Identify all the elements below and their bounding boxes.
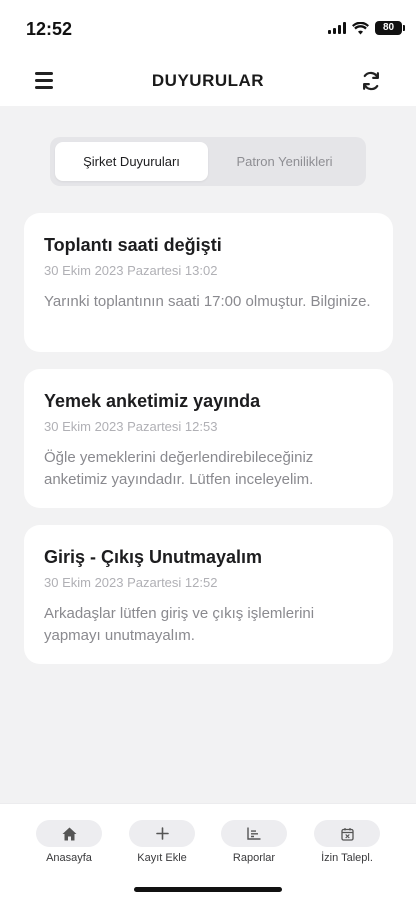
announcement-card[interactable]: Yemek anketimiz yayında 30 Ekim 2023 Paz…: [24, 369, 393, 508]
tab-add-record[interactable]: Kayıt Ekle: [129, 820, 195, 864]
announcement-title: Toplantı saati değişti: [44, 235, 222, 255]
tab-add-record-label: Kayıt Ekle: [137, 852, 187, 864]
wifi-icon: [352, 21, 369, 34]
tab-home-label: Anasayfa: [46, 852, 92, 864]
home-indicator: [134, 887, 282, 892]
tab-company-announcements[interactable]: Şirket Duyuruları: [55, 142, 208, 181]
announcement-segment-control: Şirket Duyuruları Patron Yenilikleri: [50, 137, 366, 186]
announcement-body: Arkadaşlar lütfen giriş ve çıkış işlemle…: [44, 605, 315, 644]
status-time: 12:52: [26, 19, 73, 39]
announcement-body: Öğle yemeklerini değerlendirebileceğiniz…: [44, 449, 314, 488]
status-icons: 80: [328, 21, 405, 35]
cellular-signal-icon: [328, 22, 346, 34]
tab-reports-label: Raporlar: [232, 852, 276, 864]
tab-leave-requests-label: İzin Talepl.: [321, 852, 373, 864]
plus-icon: [155, 827, 169, 840]
bar-chart-icon: [247, 827, 261, 840]
app-header: DUYURULAR: [0, 58, 416, 106]
home-icon: [62, 827, 76, 840]
battery-icon: 80: [375, 21, 405, 35]
tab-boss-updates[interactable]: Patron Yenilikleri: [208, 142, 361, 181]
tab-reports[interactable]: Raporlar: [221, 820, 287, 864]
refresh-icon[interactable]: [360, 70, 382, 92]
bottom-tab-bar: Anasayfa Kayıt Ekle Raporlar İzin Talepl…: [0, 803, 416, 901]
announcement-date: 30 Ekim 2023 Pazartesi 12:53: [44, 419, 218, 434]
announcement-card[interactable]: Toplantı saati değişti 30 Ekim 2023 Paza…: [24, 213, 393, 352]
announcement-card[interactable]: Giriş - Çıkış Unutmayalım 30 Ekim 2023 P…: [24, 525, 393, 664]
announcement-title: Yemek anketimiz yayında: [44, 391, 261, 411]
announcement-date: 30 Ekim 2023 Pazartesi 13:02: [44, 263, 218, 278]
status-bar: 12:52 80: [0, 0, 416, 58]
announcement-body: Yarınki toplantının saati 17:00 olmuştur…: [44, 293, 371, 310]
announcement-title: Giriş - Çıkış Unutmayalım: [44, 547, 263, 567]
tab-home[interactable]: Anasayfa: [36, 820, 102, 864]
announcement-date: 30 Ekim 2023 Pazartesi 12:52: [44, 575, 218, 590]
page-title: DUYURULAR: [151, 71, 265, 90]
tab-leave-requests[interactable]: İzin Talepl.: [314, 820, 380, 864]
calendar-x-icon: [340, 827, 354, 841]
